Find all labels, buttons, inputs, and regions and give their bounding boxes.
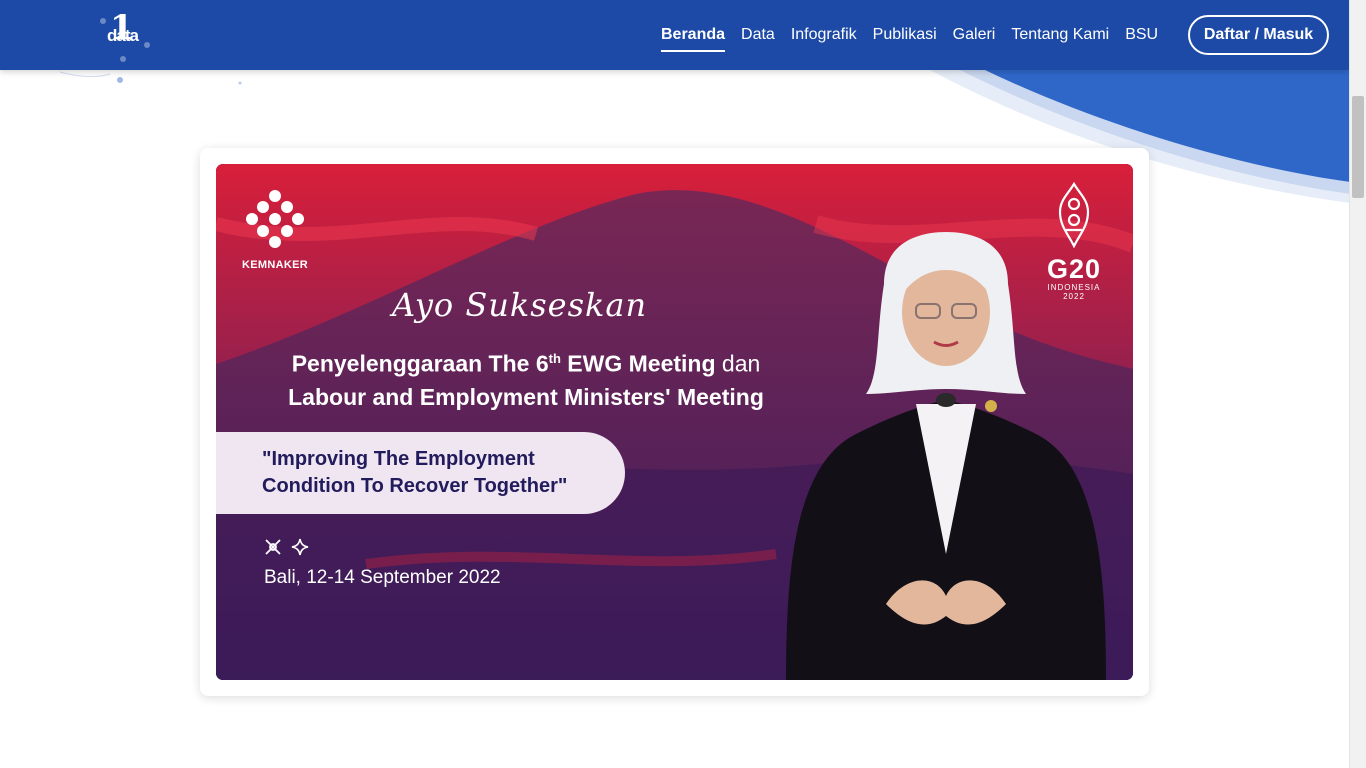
banner-card: KEMNAKER G20 INDONESIA 2022 Ayo Sukseska… — [200, 148, 1149, 696]
banner-headline: Penyelenggaraan The 6th EWG Meeting dan … — [256, 342, 796, 414]
logo-text: data — [107, 26, 139, 45]
scrollbar-thumb[interactable] — [1352, 96, 1364, 198]
batik-cross-icon — [265, 539, 281, 555]
page-scrollbar[interactable] — [1349, 0, 1366, 768]
nav-item-data[interactable]: Data — [741, 25, 775, 45]
headline-line-1: Penyelenggaraan The 6th EWG Meeting dan — [256, 342, 796, 381]
banner-script-title: Ayo Sukseskan — [392, 286, 648, 324]
logo-dot — [144, 42, 150, 48]
nav-item-galeri[interactable]: Galeri — [953, 25, 996, 45]
theme-quote: "Improving The Employment Condition To R… — [262, 448, 568, 497]
kemnaker-logo-icon — [246, 190, 304, 248]
kemnaker-logo: KEMNAKER — [242, 186, 308, 271]
minister-photo — [786, 232, 1106, 680]
nav-item-infografik[interactable]: Infografik — [791, 25, 857, 45]
logo-dot — [100, 18, 106, 24]
nav-item-tentang-kami[interactable]: Tentang Kami — [1011, 25, 1109, 45]
headline-part-1: Penyelenggaraan The 6 — [291, 350, 549, 377]
nav-item-beranda[interactable]: Beranda — [661, 25, 726, 52]
main-nav: Beranda Data Infografik Publikasi Galeri… — [661, 0, 1174, 70]
hero-banner[interactable]: KEMNAKER G20 INDONESIA 2022 Ayo Sukseska… — [216, 164, 1133, 680]
headline-part-3: dan — [721, 350, 761, 377]
nav-item-bsu[interactable]: BSU — [1125, 25, 1158, 45]
nav-item-publikasi[interactable]: Publikasi — [873, 25, 937, 45]
sparkle-icon — [291, 538, 308, 556]
decorative-icons — [264, 538, 309, 561]
kemnaker-label: KEMNAKER — [242, 259, 308, 271]
headline-superscript: th — [548, 351, 561, 366]
event-location-date: Bali, 12-14 September 2022 — [264, 567, 501, 588]
navbar: 1 data Beranda Data Infografik Publikasi… — [0, 0, 1349, 70]
logo-dot — [120, 56, 126, 62]
headline-part-2: EWG Meeting — [560, 350, 722, 377]
login-register-button[interactable]: Daftar / Masuk — [1188, 15, 1329, 55]
theme-quote-pill: "Improving The Employment Condition To R… — [216, 432, 625, 514]
page: 1 data Beranda Data Infografik Publikasi… — [0, 0, 1366, 768]
site-logo[interactable]: 1 data — [100, 8, 154, 62]
headline-line-2: Labour and Employment Ministers' Meeting — [288, 383, 764, 410]
